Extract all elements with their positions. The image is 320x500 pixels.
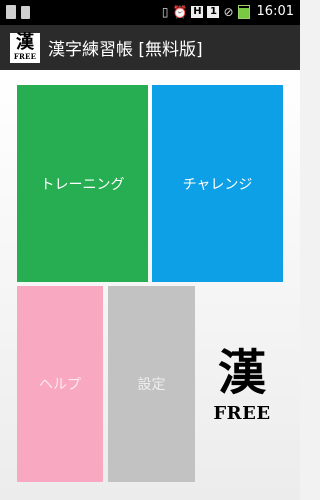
- challenge-label: チャレンジ: [182, 176, 253, 193]
- vibrate-icon: ▯: [161, 4, 169, 19]
- status-time: 16:01: [256, 4, 294, 19]
- alarm-icon: ⏰: [172, 4, 188, 19]
- app-logo-kanji: 漢: [16, 31, 34, 53]
- challenge-button[interactable]: チャレンジ: [152, 85, 283, 282]
- status-bar: ▯ ⏰ H 1 ⊘ 16:01: [0, 0, 300, 25]
- app-logo-icon: 漢 FREE: [10, 31, 40, 63]
- no-signal-icon: ⊘: [223, 4, 234, 19]
- sd-card-icon: [21, 5, 30, 19]
- training-label: トレーニング: [40, 176, 125, 193]
- logo-kanji: 漢: [217, 345, 266, 401]
- app-title: 漢字練習帳 [無料版]: [48, 40, 203, 60]
- status-bar-left: [6, 5, 30, 19]
- logo-free: FREE: [213, 403, 271, 424]
- image-icon: [6, 5, 16, 19]
- status-bar-right: ▯ ⏰ H 1 ⊘ 16:01: [162, 4, 294, 19]
- main-menu: トレーニング チャレンジ ヘルプ 設定 漢 FREE: [0, 70, 300, 500]
- training-button[interactable]: トレーニング: [17, 85, 148, 282]
- help-button[interactable]: ヘルプ: [17, 286, 103, 482]
- settings-button[interactable]: 設定: [108, 286, 195, 482]
- help-label: ヘルプ: [39, 377, 81, 393]
- settings-label: 設定: [137, 377, 166, 393]
- battery-charging-icon: [237, 4, 250, 19]
- h-signal-icon: H: [191, 5, 204, 18]
- kanji-free-logo: 漢 FREE: [201, 345, 283, 435]
- app-logo-free: FREE: [13, 51, 37, 61]
- sim-1-icon: 1: [207, 5, 220, 18]
- app-bar: 漢 FREE 漢字練習帳 [無料版]: [0, 25, 300, 70]
